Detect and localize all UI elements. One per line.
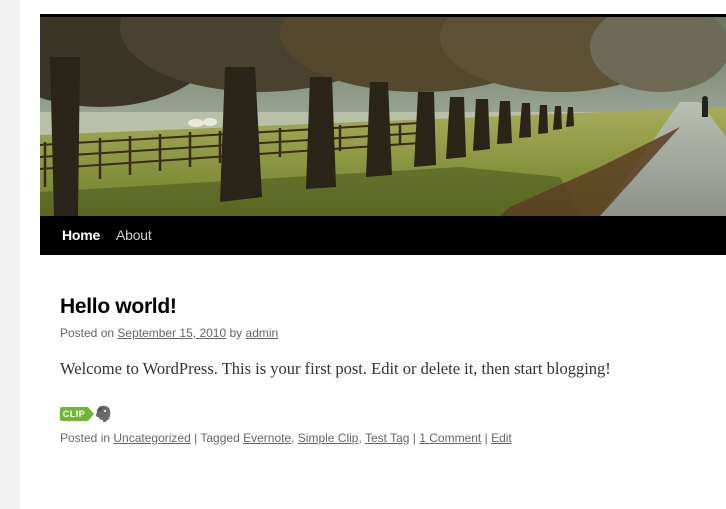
author-link[interactable]: admin — [246, 326, 279, 340]
by-word: by — [229, 326, 243, 340]
separator: | — [484, 431, 488, 445]
top-gutter — [20, 0, 726, 14]
post-meta: Posted on September 15, 2010 by admin — [60, 326, 278, 340]
tagged-prefix: Tagged — [200, 431, 240, 445]
main-navigation: Home About — [40, 216, 726, 255]
clip-badge-label: CLIP — [62, 409, 86, 419]
post-content: Welcome to WordPress. This is your first… — [60, 359, 611, 378]
comments-link[interactable]: 1 Comment — [419, 431, 481, 445]
post-title[interactable]: Hello world! — [60, 295, 177, 319]
tag-link-simple-clip[interactable]: Simple Clip — [298, 431, 359, 445]
post-utility: Posted in Uncategorized | Tagged Evernot… — [60, 431, 512, 445]
post-date-link[interactable]: September 15, 2010 — [117, 326, 226, 340]
nav-item-home[interactable]: Home — [62, 216, 100, 255]
posted-in-prefix: Posted in — [60, 431, 111, 445]
category-link[interactable]: Uncategorized — [113, 431, 190, 445]
clip-badge[interactable]: CLIP — [60, 407, 94, 421]
posted-on-prefix: Posted on — [60, 326, 115, 340]
separator: | — [194, 431, 198, 445]
evernote-elephant-icon[interactable] — [96, 405, 112, 423]
left-gutter — [0, 0, 20, 509]
edit-link[interactable]: Edit — [491, 431, 512, 445]
tag-link-evernote[interactable]: Evernote — [243, 431, 291, 445]
nav-item-about[interactable]: About — [116, 216, 152, 255]
tag-link-test-tag[interactable]: Test Tag — [365, 431, 409, 445]
separator: | — [412, 431, 416, 445]
tree-lined-path-photo — [40, 17, 726, 216]
header-image[interactable] — [40, 14, 726, 216]
